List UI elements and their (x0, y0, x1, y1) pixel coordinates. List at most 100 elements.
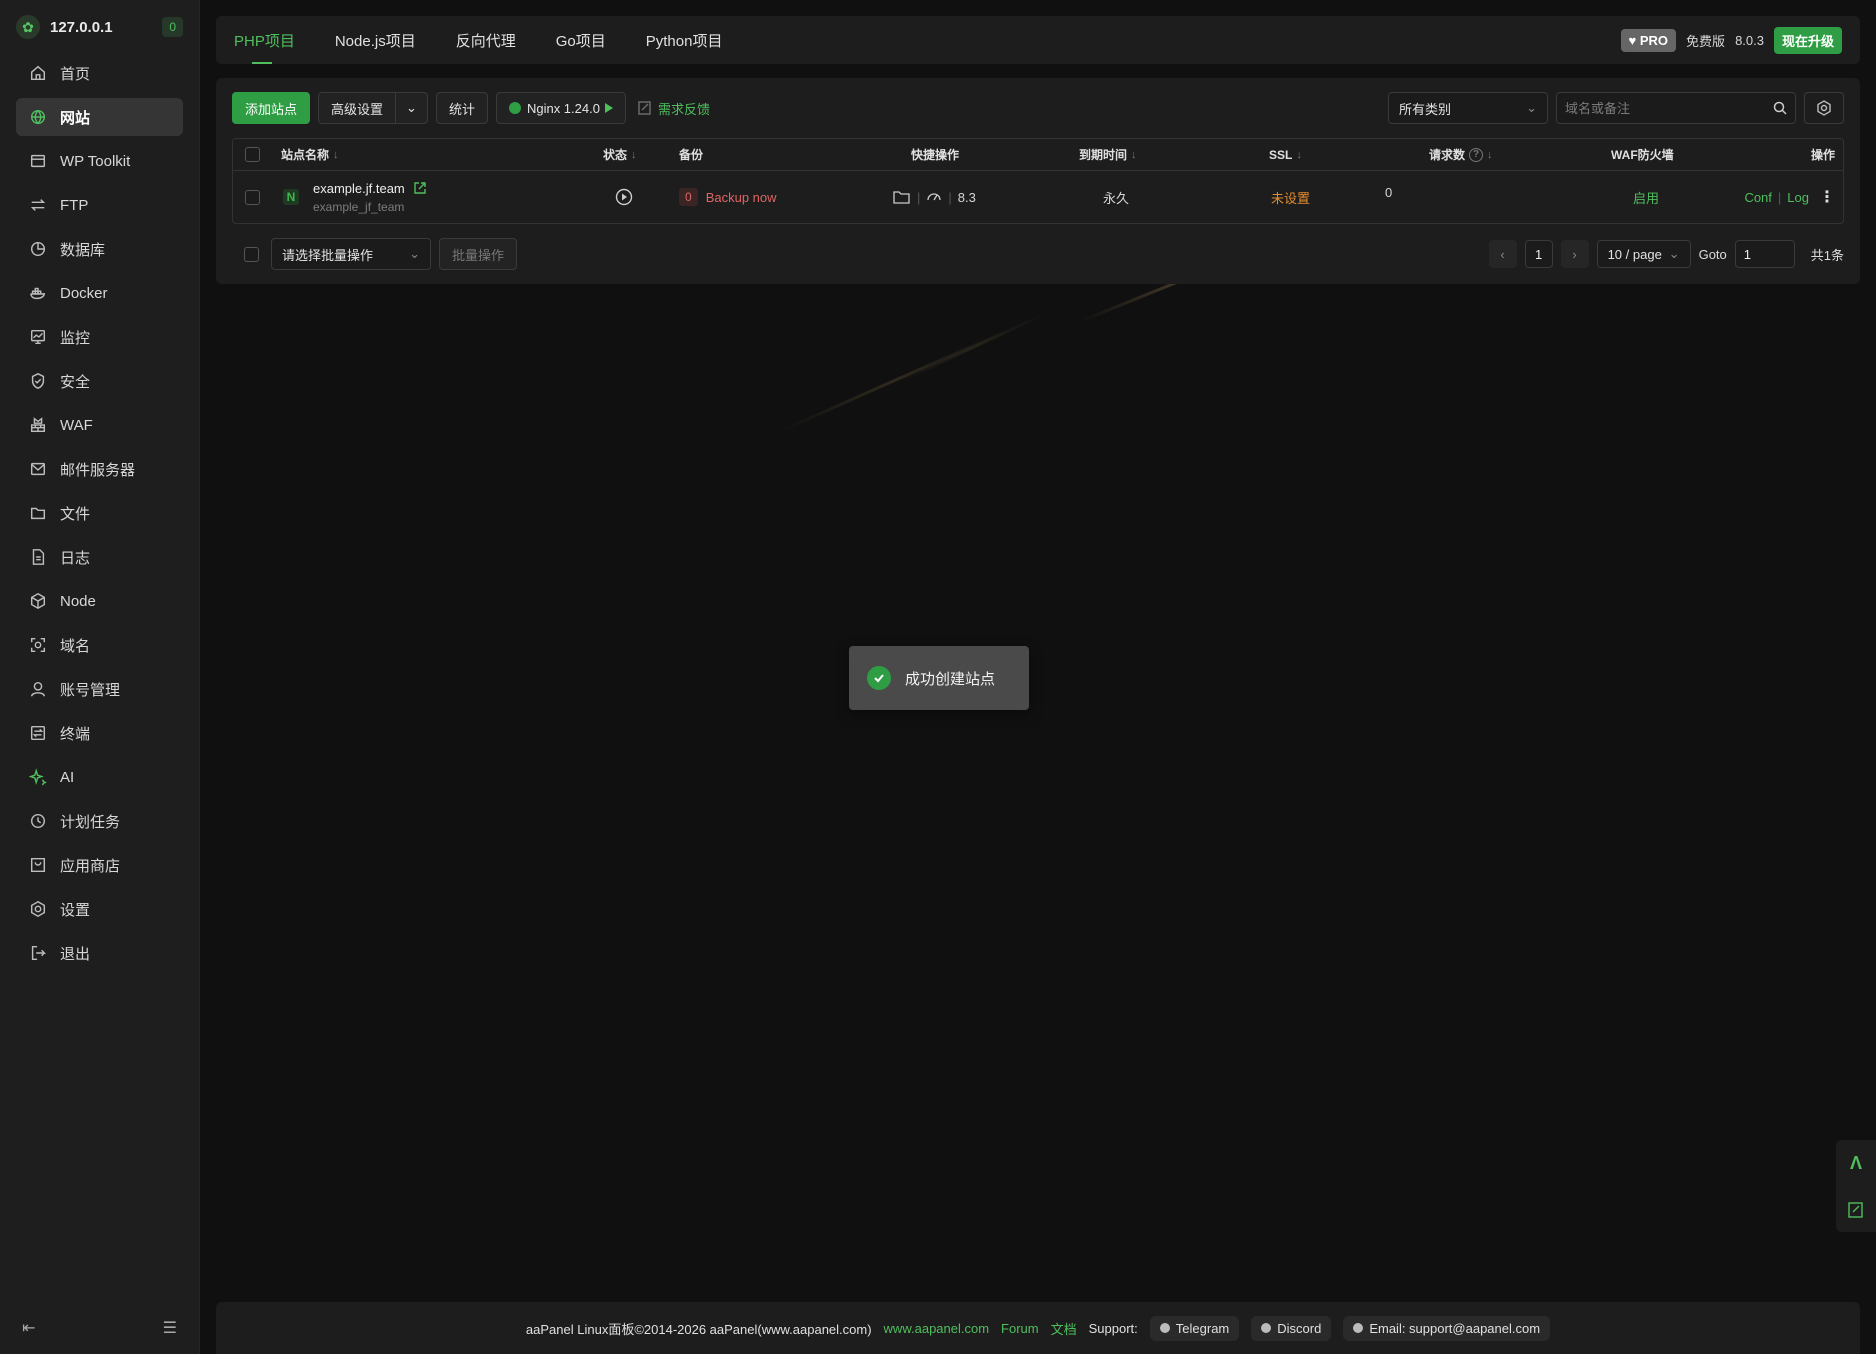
docs-link[interactable]: 文档 (1051, 1319, 1077, 1338)
floating-toolbar: Ʌ (1836, 1140, 1876, 1232)
site-toolbar: 添加站点 高级设置 ⌄ 统计 Nginx 1.24.0 需求反馈 所有类别 ⌄ (232, 92, 1844, 124)
tab-php[interactable]: PHP项目 (234, 16, 295, 64)
sidebar-item-waf[interactable]: WAF (16, 406, 183, 444)
sidebar-item-label: 应用商店 (60, 857, 121, 875)
sidebar-item-ai[interactable]: AI (16, 758, 183, 796)
tab-go[interactable]: Go项目 (556, 16, 606, 64)
row-checkbox[interactable] (245, 189, 260, 205)
header-ssl[interactable]: SSL ↓ (1269, 148, 1302, 162)
sidebar-item-files[interactable]: 文件 (16, 494, 183, 532)
bulk-action-select[interactable]: 请选择批量操作 ⌄ (271, 238, 431, 270)
sidebar-item-monitor[interactable]: 监控 (16, 318, 183, 356)
sidebar-item-label: 邮件服务器 (60, 461, 136, 479)
sort-icon: ↓ (333, 148, 339, 161)
sidebar-item-label: 域名 (60, 637, 91, 655)
sidebar-item-database[interactable]: 数据库 (16, 230, 183, 268)
sidebar-item-accounts[interactable]: 账号管理 (16, 670, 183, 708)
help-icon[interactable]: ? (1469, 147, 1484, 162)
search-icon[interactable] (1773, 101, 1787, 115)
next-page-icon[interactable]: › (1560, 240, 1589, 268)
backup-now-link[interactable]: Backup now (706, 190, 777, 205)
php-version[interactable]: 8.3 (958, 190, 976, 205)
conf-link[interactable]: Conf (1744, 190, 1771, 205)
folder-icon[interactable] (893, 189, 911, 205)
add-site-button[interactable]: 添加站点 (232, 92, 311, 124)
wp-icon (28, 151, 48, 171)
copyright-text: aaPanel Linux面板©2014-2026 aaPanel(www.aa… (525, 1321, 872, 1337)
ai-assistant-icon[interactable]: Ʌ (1850, 1153, 1862, 1174)
expire-value[interactable]: 永久 (1103, 188, 1129, 207)
sidebar-item-domain[interactable]: 域名 (16, 626, 183, 664)
ssl-status[interactable]: 未设置 (1271, 188, 1310, 207)
more-options-icon[interactable]: ⋮ (1819, 187, 1835, 207)
aapanel-logo-icon: ✿ (16, 15, 40, 39)
sidebar-item-logout[interactable]: 退出 (16, 934, 183, 972)
waf-status[interactable]: 启用 (1633, 188, 1659, 207)
email-link[interactable]: Email: support@aapanel.com (1343, 1315, 1551, 1341)
forum-link[interactable]: Forum (1001, 1321, 1039, 1336)
telegram-link[interactable]: Telegram (1149, 1315, 1240, 1341)
header-site-name[interactable]: 站点名称 ↓ (281, 146, 339, 163)
chevron-down-icon[interactable]: ⌄ (396, 92, 428, 124)
sidebar-menu: 首页 网站 WP Toolkit FTP 数据库 Docker 监控 安全 WA… (0, 54, 199, 972)
pro-badge[interactable]: ♥ PRO (1620, 28, 1677, 52)
sidebar-item-terminal[interactable]: 终端 (16, 714, 183, 752)
collapse-sidebar-icon[interactable]: ⇤ (22, 1318, 35, 1338)
header-requests[interactable]: 请求数? ↓ (1429, 146, 1493, 163)
stats-button[interactable]: 统计 (435, 92, 488, 124)
feedback-link[interactable]: 需求反馈 (638, 99, 710, 118)
advanced-settings-button[interactable]: 高级设置 (318, 92, 397, 124)
advanced-settings-group: 高级设置 ⌄ (318, 92, 428, 124)
nginx-button[interactable]: Nginx 1.24.0 (495, 92, 626, 124)
tab-python[interactable]: Python项目 (646, 16, 723, 64)
page-size-select[interactable]: 10 / page ⌄ (1596, 240, 1691, 268)
goto-input[interactable] (1734, 240, 1795, 268)
log-link[interactable]: Log (1787, 190, 1809, 205)
header-expire[interactable]: 到期时间 ↓ (1079, 146, 1137, 163)
nginx-icon (508, 102, 521, 114)
site-name-link[interactable]: example.jf.team (313, 181, 405, 196)
select-all-checkbox[interactable] (245, 147, 260, 162)
sidebar-item-settings[interactable]: 设置 (16, 890, 183, 928)
user-icon (28, 679, 48, 699)
tab-nodejs[interactable]: Node.js项目 (335, 16, 416, 64)
feedback-edit-icon[interactable] (1847, 1201, 1865, 1219)
bulk-select-checkbox[interactable] (244, 246, 259, 262)
page-number[interactable]: 1 (1524, 240, 1553, 268)
speed-gauge-icon[interactable] (926, 189, 942, 205)
sidebar-item-node[interactable]: Node (16, 582, 183, 620)
sidebar-item-logs[interactable]: 日志 (16, 538, 183, 576)
sidebar-item-wp-toolkit[interactable]: WP Toolkit (16, 142, 183, 180)
edit-icon (638, 101, 651, 115)
sort-icon: ↓ (1487, 148, 1493, 161)
bulk-action-button[interactable]: 批量操作 (439, 238, 518, 270)
sidebar-item-label: 监控 (60, 329, 91, 347)
sidebar-item-docker[interactable]: Docker (16, 274, 183, 312)
discord-link[interactable]: Discord (1251, 1315, 1332, 1341)
play-status-icon[interactable] (615, 188, 633, 206)
table-settings-button[interactable] (1804, 92, 1844, 124)
external-link-icon[interactable] (413, 181, 427, 195)
header-status[interactable]: 状态 ↓ (603, 146, 637, 163)
sidebar-item-home[interactable]: 首页 (16, 54, 183, 92)
domain-icon (28, 635, 48, 655)
upgrade-button[interactable]: 现在升级 (1773, 26, 1842, 54)
sidebar-item-app-store[interactable]: 应用商店 (16, 846, 183, 884)
prev-page-icon[interactable]: ‹ (1488, 240, 1517, 268)
search-input[interactable] (1565, 100, 1773, 116)
category-select[interactable]: 所有类别 ⌄ (1388, 92, 1548, 124)
email-icon (1353, 1323, 1364, 1333)
sidebar-item-cron[interactable]: 计划任务 (16, 802, 183, 840)
sidebar-item-security[interactable]: 安全 (16, 362, 183, 400)
sidebar-item-mail-server[interactable]: 邮件服务器 (16, 450, 183, 488)
menu-list-icon[interactable]: ☰ (163, 1318, 177, 1338)
telegram-icon (1159, 1323, 1170, 1333)
notification-badge[interactable]: 0 (162, 17, 183, 37)
sidebar-item-ftp[interactable]: FTP (16, 186, 183, 224)
site-remark: example_jf_team (313, 199, 405, 214)
sidebar-item-website[interactable]: 网站 (16, 98, 183, 136)
tab-reverse-proxy[interactable]: 反向代理 (456, 16, 516, 64)
nginx-site-icon: N (283, 189, 299, 205)
docker-icon (28, 283, 48, 303)
website-link[interactable]: www.aapanel.com (884, 1321, 990, 1336)
